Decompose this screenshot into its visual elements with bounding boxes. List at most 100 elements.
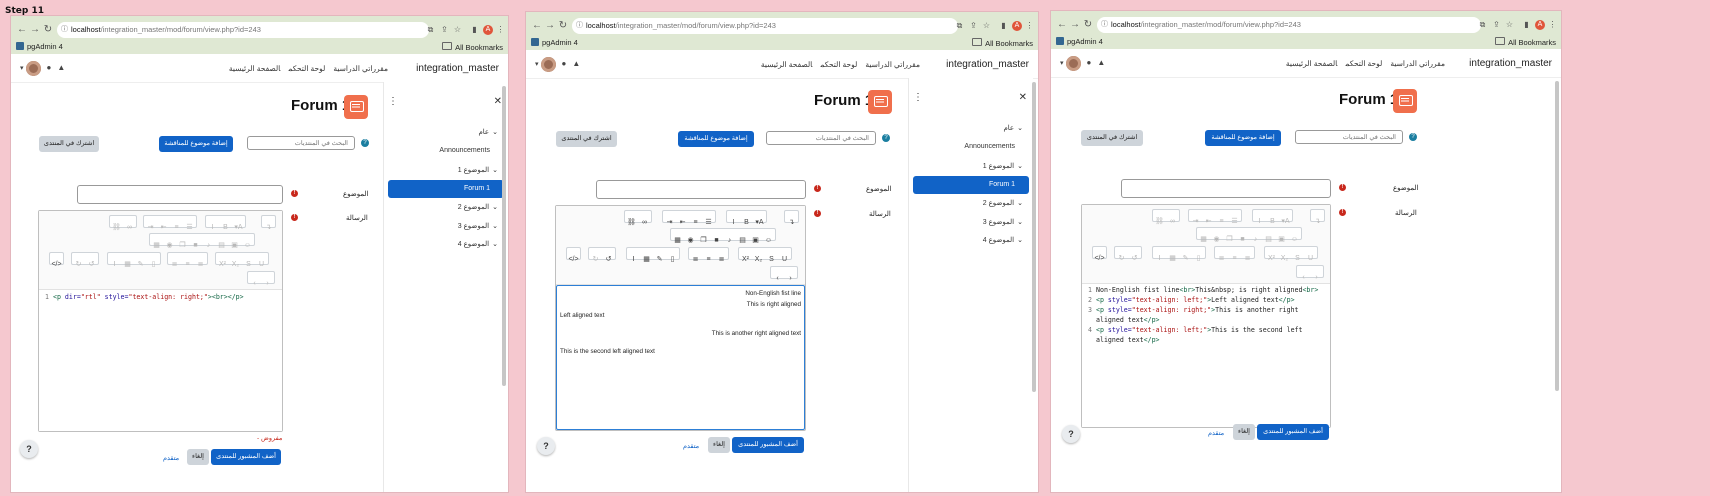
back-icon[interactable]: ← (530, 18, 544, 34)
site-name[interactable]: integration_master (1469, 58, 1552, 69)
editor-content[interactable]: 1 <p dir="rtl" style="text-align: right;"… (39, 290, 282, 431)
post-button[interactable]: أضف المشبور للمنتدى (1257, 424, 1329, 440)
drawer-topic2[interactable]: الموضوع 2 ⌄ (458, 203, 498, 211)
bookmark-pgadmin[interactable]: pgAdmin 4 (1056, 37, 1103, 46)
paste-icon[interactable]: ▯ (1192, 253, 1205, 264)
media-icon[interactable]: ▤ (1262, 234, 1275, 245)
link-icon[interactable]: ∞ (123, 222, 136, 233)
emoji-icon[interactable]: ☺ (241, 240, 254, 251)
nav-home[interactable]: الصفحة الرئيسية (1286, 59, 1338, 68)
media-icon[interactable]: ▤ (736, 235, 749, 246)
outdent-icon[interactable]: ⇤ (676, 217, 689, 228)
subject-field[interactable] (77, 185, 283, 204)
drawer-topic3[interactable]: الموضوع 3 ⌄ (458, 222, 498, 230)
video-icon[interactable]: ■ (710, 235, 723, 246)
subscript-icon[interactable]: X₂ (1278, 253, 1291, 264)
undo-icon[interactable]: ↺ (602, 254, 615, 265)
share-icon[interactable]: ⇪ (439, 22, 450, 38)
kebab-icon[interactable]: ⋮ (388, 96, 398, 107)
advanced-link[interactable]: متقدم (1208, 429, 1224, 437)
underline-icon[interactable]: U (778, 254, 791, 265)
edit-icon[interactable]: ✎ (653, 254, 666, 265)
bookmark-pgadmin[interactable]: pgAdmin 4 (531, 38, 578, 47)
table-icon[interactable]: ▦ (640, 254, 653, 265)
back-icon[interactable]: ← (1055, 17, 1069, 33)
subscribe-button[interactable]: اشترك في المنتدى (556, 131, 617, 147)
cancel-button[interactable]: إلغاء (1233, 424, 1255, 440)
font-size-icon[interactable]: ▾A (232, 222, 245, 233)
scrollbar[interactable] (502, 86, 506, 386)
superscript-icon[interactable]: X² (1265, 253, 1278, 264)
post-button[interactable]: أضف المشبور للمنتدى (211, 449, 281, 465)
avatar[interactable] (1065, 56, 1081, 71)
site-name[interactable]: integration_master (946, 59, 1029, 70)
chat-icon[interactable]: ● (47, 63, 52, 72)
sidepanel-icon[interactable]: ▮ (469, 22, 480, 38)
forward-icon[interactable]: → (1068, 17, 1082, 33)
italic-icon[interactable]: I (1253, 216, 1266, 227)
bell-icon[interactable]: ▲ (572, 59, 580, 68)
user-menu[interactable]: ▾ ● ▲ (535, 57, 586, 73)
toggle-icon[interactable]: ↴ (785, 217, 798, 228)
superscript-icon[interactable]: X² (739, 254, 752, 265)
message-editor[interactable]: ⛓ ∞ ⇥ ⇤ ≡ ☰ I B ▾A ↴ ▦ ◉ ❐ ■ ♪ ▤ ▣ ☺ </> ↻ ↺ Ⅰ ▦ ✎ ▯ ≣ ≡ ≣ … (1081, 204, 1331, 428)
nav-dashboard[interactable]: لوحة التحكم (288, 64, 325, 73)
star-icon[interactable]: ☆ (1504, 17, 1515, 33)
cancel-button[interactable]: إلغاء (708, 437, 730, 453)
align-left-icon[interactable]: ≣ (715, 254, 728, 265)
ordered-list-icon[interactable]: ≡ (170, 222, 183, 233)
nav-dashboard[interactable]: لوحة التحكم (820, 60, 857, 69)
drawer-announcements[interactable]: Announcements (964, 143, 1015, 150)
h5p-icon[interactable]: ▦ (671, 235, 684, 246)
translate-icon[interactable]: ⧉ (954, 18, 965, 34)
bullet-list-icon[interactable]: ☰ (1228, 216, 1241, 227)
clear-format-icon[interactable]: Ⅰ (1153, 253, 1166, 264)
underline-icon[interactable]: U (1304, 253, 1317, 264)
advanced-link[interactable]: متقدم (683, 442, 699, 450)
forward-icon[interactable]: → (28, 22, 42, 38)
forward-icon[interactable]: → (543, 18, 557, 34)
chat-icon[interactable]: ● (1087, 58, 1092, 67)
bold-icon[interactable]: B (1266, 216, 1279, 227)
copy-icon[interactable]: ❐ (697, 235, 710, 246)
unlink-icon[interactable]: ⛓ (625, 217, 638, 228)
message-editor[interactable]: ⛓ ∞ ⇥ ⇤ ≡ ☰ I B ▾A ↴ ▦ ◉ ❐ ■ ♪ ▤ ▣ ☺ </> ↻ ↺ Ⅰ ▦ ✎ ▯ ≣ ≡ ≣ … (555, 205, 806, 431)
search-input[interactable]: البحث في المنتديات (766, 131, 876, 145)
redo-icon[interactable]: ↻ (589, 254, 602, 265)
search-input[interactable]: البحث في المنتديات (1295, 130, 1403, 144)
undo-icon[interactable]: ↺ (1128, 253, 1141, 264)
html-source[interactable]: 1 <p dir="rtl" style="text-align: right;"… (39, 292, 282, 302)
site-name[interactable]: integration_master (416, 63, 499, 74)
indent-icon[interactable]: ⇥ (1189, 216, 1202, 227)
reload-icon[interactable]: ↻ (1081, 17, 1095, 33)
italic-icon[interactable]: I (727, 217, 740, 228)
drawer-topic4[interactable]: الموضوع 4 ⌄ (458, 240, 498, 248)
outdent-icon[interactable]: ⇤ (1202, 216, 1215, 227)
user-menu[interactable]: ▾ ● ▲ (20, 61, 71, 77)
link-icon[interactable]: ∞ (638, 217, 651, 228)
help-button[interactable]: ? (537, 437, 555, 455)
edit-icon[interactable]: ✎ (1179, 253, 1192, 264)
scrollbar[interactable] (1555, 81, 1559, 391)
star-icon[interactable]: ☆ (981, 18, 992, 34)
bookmark-pgadmin[interactable]: pgAdmin 4 (16, 42, 63, 51)
subscribe-button[interactable]: اشترك في المنتدى (1081, 130, 1143, 146)
unlink-icon[interactable]: ⛓ (110, 222, 123, 233)
add-discussion-button[interactable]: إضافة موضوع للمناقشة (159, 136, 233, 152)
unlink-icon[interactable]: ⛓ (1153, 216, 1166, 227)
bullet-list-icon[interactable]: ☰ (183, 222, 196, 233)
subscript-icon[interactable]: X₂ (752, 254, 765, 265)
align-right-icon[interactable]: ≣ (1215, 253, 1228, 264)
bold-icon[interactable]: B (219, 222, 232, 233)
font-size-icon[interactable]: ▾A (753, 217, 766, 228)
emoji-icon[interactable]: ☺ (1288, 234, 1301, 245)
translate-icon[interactable]: ⧉ (1477, 17, 1488, 33)
align-center-icon[interactable]: ≡ (702, 254, 715, 265)
paste-icon[interactable]: ▯ (147, 259, 160, 270)
post-button[interactable]: أضف المشبور للمنتدى (732, 437, 804, 453)
video-icon[interactable]: ■ (1236, 234, 1249, 245)
manage-files-icon[interactable]: ◉ (163, 240, 176, 251)
manage-files-icon[interactable]: ◉ (1210, 234, 1223, 245)
copy-icon[interactable]: ❐ (176, 240, 189, 251)
strikethrough-icon[interactable]: S (242, 259, 255, 270)
